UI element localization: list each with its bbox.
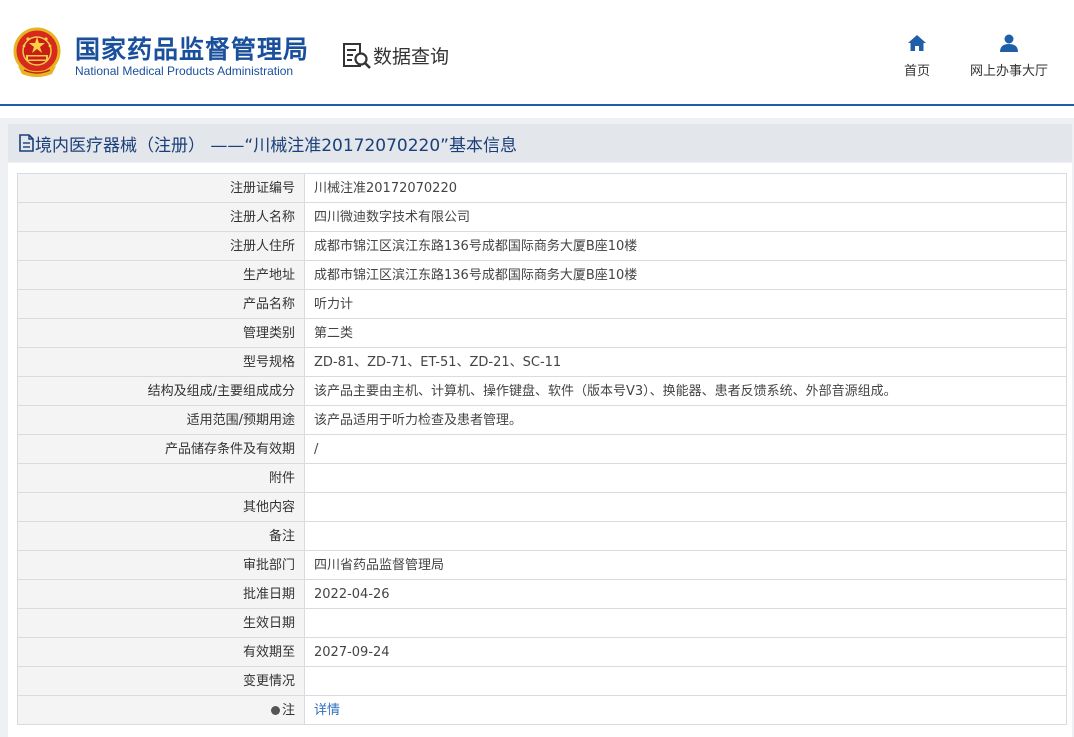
table-row: 批准日期 2022-04-26 [17,579,1067,609]
row-value [304,666,1067,696]
row-label: 结构及组成/主要组成成分 [17,376,305,406]
table-row: 管理类别 第二类 [17,318,1067,348]
row-label: 产品储存条件及有效期 [17,434,305,464]
table-row: 适用范围/预期用途 该产品适用于听力检查及患者管理。 [17,405,1067,435]
row-value: 川械注准20172070220 [304,173,1067,203]
row-value: 详情 [304,695,1067,725]
document-icon [19,134,34,152]
row-label: 批准日期 [17,579,305,609]
row-label: 适用范围/预期用途 [17,405,305,435]
row-label: 产品名称 [17,289,305,319]
row-label: 注册人名称 [17,202,305,232]
table-row: 型号规格 ZD-81、ZD-71、ET-51、ZD-21、SC-11 [17,347,1067,377]
row-label: 变更情况 [17,666,305,696]
row-label: 生效日期 [17,608,305,638]
note-dot-icon [270,705,280,715]
org-name-cn: 国家药品监督管理局 [75,35,310,64]
table-row: 审批部门 四川省药品监督管理局 [17,550,1067,580]
row-value [304,608,1067,638]
row-label: 备注 [17,521,305,551]
site-header: 国家药品监督管理局 National Medical Products Admi… [0,0,1074,104]
row-value [304,521,1067,551]
row-label: 注册人住所 [17,231,305,261]
row-value: 成都市锦江区滨江东路136号成都国际商务大厦B座10楼 [304,231,1067,261]
table-row: 结构及组成/主要组成成分 该产品主要由主机、计算机、操作键盘、软件（版本号V3）、… [17,376,1067,406]
row-value: 听力计 [304,289,1067,319]
row-label: 管理类别 [17,318,305,348]
basic-info-table: 注册证编号 川械注准20172070220 注册人名称 四川微迪数字技术有限公司 注… [17,173,1067,725]
nav-online-service-hall[interactable]: 网上办事大厅 [966,34,1052,79]
row-value: 成都市锦江区滨江东路136号成都国际商务大厦B座10楼 [304,260,1067,290]
table-row: 注册证编号 川械注准20172070220 [17,173,1067,203]
table-row: 产品名称 听力计 [17,289,1067,319]
row-label: 审批部门 [17,550,305,580]
note-label: 注 [281,702,295,718]
row-label: 生产地址 [17,260,305,290]
row-value: 四川微迪数字技术有限公司 [304,202,1067,232]
row-label: 注 [17,695,305,725]
row-value [304,463,1067,493]
table-row: 注册人住所 成都市锦江区滨江东路136号成都国际商务大厦B座10楼 [17,231,1067,261]
table-row: 变更情况 [17,666,1067,696]
table-row: 备注 [17,521,1067,551]
table-row: 产品储存条件及有效期 / [17,434,1067,464]
national-emblem-icon [13,27,61,77]
table-row: 生产地址 成都市锦江区滨江东路136号成都国际商务大厦B座10楼 [17,260,1067,290]
details-link[interactable]: 详情 [314,703,340,718]
row-value: 四川省药品监督管理局 [304,550,1067,580]
home-icon [908,35,926,51]
row-value: / [304,434,1067,464]
table-row: 有效期至 2027-09-24 [17,637,1067,667]
table-row: 其他内容 [17,492,1067,522]
header-divider [0,104,1074,106]
row-value: 2027-09-24 [304,637,1067,667]
nav-home-label: 首页 [903,64,930,79]
table-row: 注册人名称 四川微迪数字技术有限公司 [17,202,1067,232]
nav-home[interactable]: 首页 [898,34,936,79]
nav-hall-label: 网上办事大厅 [969,64,1048,79]
row-value: 2022-04-26 [304,579,1067,609]
row-value: 该产品适用于听力检查及患者管理。 [304,405,1067,435]
org-name-en: National Medical Products Administration [75,64,294,78]
row-label: 型号规格 [17,347,305,377]
row-value [304,492,1067,522]
table-row: 生效日期 [17,608,1067,638]
row-value: 该产品主要由主机、计算机、操作键盘、软件（版本号V3）、换能器、患者反馈系统、外… [304,376,1067,406]
data-query-icon [343,43,371,69]
row-label: 有效期至 [17,637,305,667]
row-label: 其他内容 [17,492,305,522]
row-value: ZD-81、ZD-71、ET-51、ZD-21、SC-11 [304,347,1067,377]
table-row: 附件 [17,463,1067,493]
table-row-note: 注 详情 [17,695,1067,725]
user-icon [1000,34,1018,52]
row-label: 注册证编号 [17,173,305,203]
row-label: 附件 [17,463,305,493]
page-title: 境内医疗器械（注册） ——“川械注准20172070220”基本信息 [35,136,517,156]
row-value: 第二类 [304,318,1067,348]
section-title: 数据查询 [373,46,450,68]
